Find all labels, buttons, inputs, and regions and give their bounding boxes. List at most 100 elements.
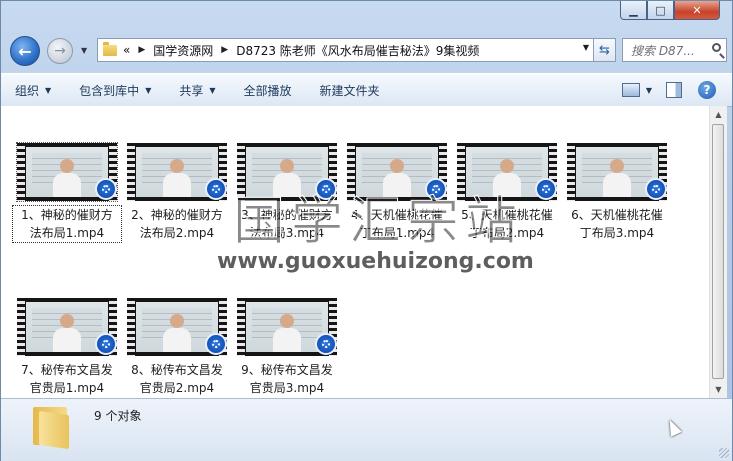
vertical-scrollbar[interactable]: ▲ ▼	[709, 106, 727, 398]
command-bar: 组织 ▼ 包含到库中 ▼ 共享 ▼ 全部播放 新建文件夹 ▼ ?	[1, 73, 732, 107]
change-view-icon[interactable]	[621, 83, 640, 97]
video-thumbnail[interactable]	[347, 143, 447, 201]
address-bar[interactable]: « ▶ 国学资源网 ▶ D8723 陈老师《风水布局催吉秘法》9集视频 ▼	[97, 38, 594, 62]
video-thumbnail[interactable]	[237, 143, 337, 201]
breadcrumb-item-current[interactable]: D8723 陈老师《风水布局催吉秘法》9集视频	[236, 42, 479, 59]
file-item[interactable]: 4、天机催桃花催 丁布局1.mp4	[343, 143, 451, 242]
title-bar: ▁ □ ✕	[1, 1, 732, 33]
file-name-line: 2、神秘的催财方	[131, 208, 223, 222]
media-player-icon	[205, 178, 227, 200]
forward-arrow-icon: →	[54, 43, 66, 59]
file-name-line: 8、秘传布文昌发	[131, 363, 223, 377]
breadcrumb-separator-icon[interactable]: ▶	[221, 45, 228, 55]
file-name-line: 法布局2.mp4	[139, 226, 215, 240]
scrollbar-thumb[interactable]	[712, 124, 724, 379]
resize-grip[interactable]	[719, 448, 729, 458]
include-in-library-button[interactable]: 包含到库中 ▼	[65, 74, 165, 106]
help-icon[interactable]: ?	[698, 81, 716, 99]
media-player-icon	[95, 178, 117, 200]
refresh-button[interactable]: ⇆	[594, 38, 616, 62]
forward-button[interactable]: →	[47, 38, 73, 64]
chevron-down-icon: ▼	[145, 85, 152, 95]
details-pane: 9 个对象	[1, 398, 732, 461]
video-thumbnail[interactable]	[17, 298, 117, 356]
file-name: 9、秘传布文昌发 官贵局3.mp4	[233, 361, 341, 397]
file-name-line: 丁布局3.mp4	[579, 226, 655, 240]
file-name-line: 5、天机催桃花催	[461, 208, 553, 222]
recent-pages-dropdown[interactable]: ▼	[81, 46, 87, 55]
video-thumbnail[interactable]	[127, 298, 227, 356]
video-thumbnail[interactable]	[567, 143, 667, 201]
file-name-line: 官贵局3.mp4	[249, 381, 325, 395]
breadcrumb-item-parent[interactable]: 国学资源网	[153, 42, 213, 59]
file-name-line: 丁布局2.mp4	[469, 226, 545, 240]
video-thumbnail[interactable]	[457, 143, 557, 201]
breadcrumb-overflow[interactable]: «	[123, 43, 130, 57]
folder-icon	[31, 407, 71, 450]
view-dropdown-icon[interactable]: ▼	[646, 86, 652, 95]
file-name-line: 1、神秘的催财方	[21, 208, 113, 222]
file-list: 1、神秘的催财方 法布局1.mp4 2、神秘的催财方 法布局2.mp4 3、神秘的催财方…	[1, 106, 709, 398]
media-player-icon	[425, 178, 447, 200]
file-name: 7、秘传布文昌发 官贵局1.mp4	[13, 361, 121, 397]
media-player-icon	[645, 178, 667, 200]
refresh-icon: ⇆	[599, 42, 610, 58]
media-player-icon	[315, 333, 337, 355]
file-name-line: 官贵局2.mp4	[139, 381, 215, 395]
explorer-window: ▁ □ ✕ ← → ▼ « ▶ 国学资源网 ▶ D8723 陈老师《风水布局催吉…	[0, 0, 733, 461]
file-name: 3、神秘的催财方 法布局3.mp4	[233, 206, 341, 242]
minimize-button[interactable]: ▁	[620, 1, 647, 20]
file-item[interactable]: 3、神秘的催财方 法布局3.mp4	[233, 143, 341, 242]
file-item[interactable]: 2、神秘的催财方 法布局2.mp4	[123, 143, 231, 242]
folder-icon	[103, 41, 117, 56]
file-name-line: 法布局3.mp4	[249, 226, 325, 240]
file-item[interactable]: 8、秘传布文昌发 官贵局2.mp4	[123, 298, 231, 397]
video-thumbnail[interactable]	[237, 298, 337, 356]
file-name-line: 4、天机催桃花催	[351, 208, 443, 222]
address-dropdown-icon[interactable]: ▼	[583, 43, 589, 52]
file-name-line: 丁布局1.mp4	[359, 226, 435, 240]
file-item[interactable]: 6、天机催桃花催 丁布局3.mp4	[563, 143, 671, 242]
file-name: 2、神秘的催财方 法布局2.mp4	[123, 206, 231, 242]
item-count: 9 个对象	[94, 409, 142, 423]
file-item[interactable]: 7、秘传布文昌发 官贵局1.mp4	[13, 298, 121, 397]
maximize-button[interactable]: □	[647, 1, 674, 20]
include-in-library-label: 包含到库中	[79, 83, 140, 98]
file-item[interactable]: 1、神秘的催财方 法布局1.mp4	[12, 142, 122, 243]
play-all-button[interactable]: 全部播放	[230, 74, 306, 106]
scroll-up-icon[interactable]: ▲	[710, 106, 727, 123]
search-placeholder: 搜索 D87...	[631, 43, 695, 58]
video-thumbnail[interactable]	[127, 143, 227, 201]
file-name: 4、天机催桃花催 丁布局1.mp4	[343, 206, 451, 242]
file-name: 1、神秘的催财方 法布局1.mp4	[12, 205, 122, 243]
media-player-icon	[205, 333, 227, 355]
file-item[interactable]: 5、天机催桃花催 丁布局2.mp4	[453, 143, 561, 242]
media-player-icon	[95, 333, 117, 355]
back-button[interactable]: ←	[10, 36, 40, 66]
mouse-cursor-icon	[664, 417, 682, 437]
file-name-line: 官贵局1.mp4	[29, 381, 105, 395]
media-player-icon	[315, 178, 337, 200]
back-arrow-icon: ←	[18, 41, 32, 61]
file-name-line: 6、天机催桃花催	[571, 208, 663, 222]
video-thumbnail[interactable]	[16, 142, 118, 202]
organize-label: 组织	[15, 83, 40, 98]
share-label: 共享	[179, 83, 204, 98]
navigation-bar: ← → ▼ « ▶ 国学资源网 ▶ D8723 陈老师《风水布局催吉秘法》9集视…	[1, 33, 732, 67]
search-box[interactable]: 搜索 D87...	[622, 38, 727, 62]
search-icon[interactable]	[712, 43, 721, 52]
file-name-line: 法布局1.mp4	[29, 226, 105, 240]
share-button[interactable]: 共享 ▼	[165, 74, 229, 106]
media-player-icon	[535, 178, 557, 200]
preview-pane-icon[interactable]	[666, 82, 682, 98]
organize-button[interactable]: 组织 ▼	[1, 74, 65, 106]
file-name-line: 9、秘传布文昌发	[241, 363, 333, 377]
close-button[interactable]: ✕	[674, 1, 720, 20]
breadcrumb-separator-icon[interactable]: ▶	[138, 45, 145, 55]
file-item[interactable]: 9、秘传布文昌发 官贵局3.mp4	[233, 298, 341, 397]
new-folder-button[interactable]: 新建文件夹	[306, 74, 394, 106]
scroll-down-icon[interactable]: ▼	[710, 381, 727, 398]
file-name-line: 3、神秘的催财方	[241, 208, 333, 222]
file-name: 5、天机催桃花催 丁布局2.mp4	[453, 206, 561, 242]
file-name: 6、天机催桃花催 丁布局3.mp4	[563, 206, 671, 242]
